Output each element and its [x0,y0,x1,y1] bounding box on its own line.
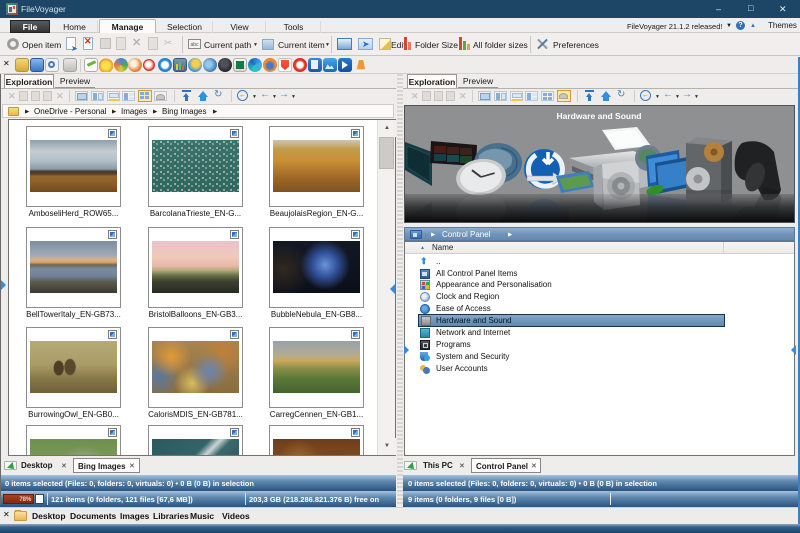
svg-text:Hardware and Sound: Hardware and Sound [556,111,641,121]
